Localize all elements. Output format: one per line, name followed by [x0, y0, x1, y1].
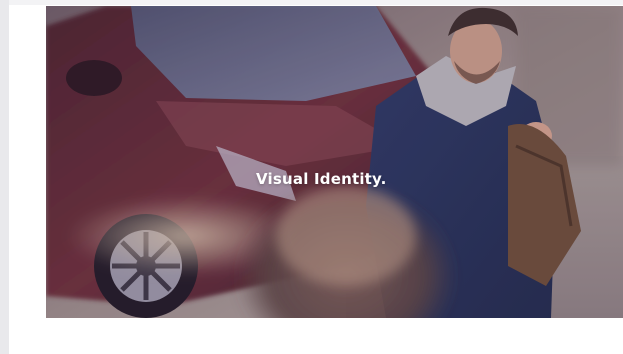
hero-banner: Visual Identity. [46, 6, 623, 318]
page-top-margin [9, 0, 623, 5]
hero-title: Visual Identity. [256, 170, 387, 188]
page-left-margin [0, 0, 9, 354]
hero-photo [46, 6, 623, 318]
